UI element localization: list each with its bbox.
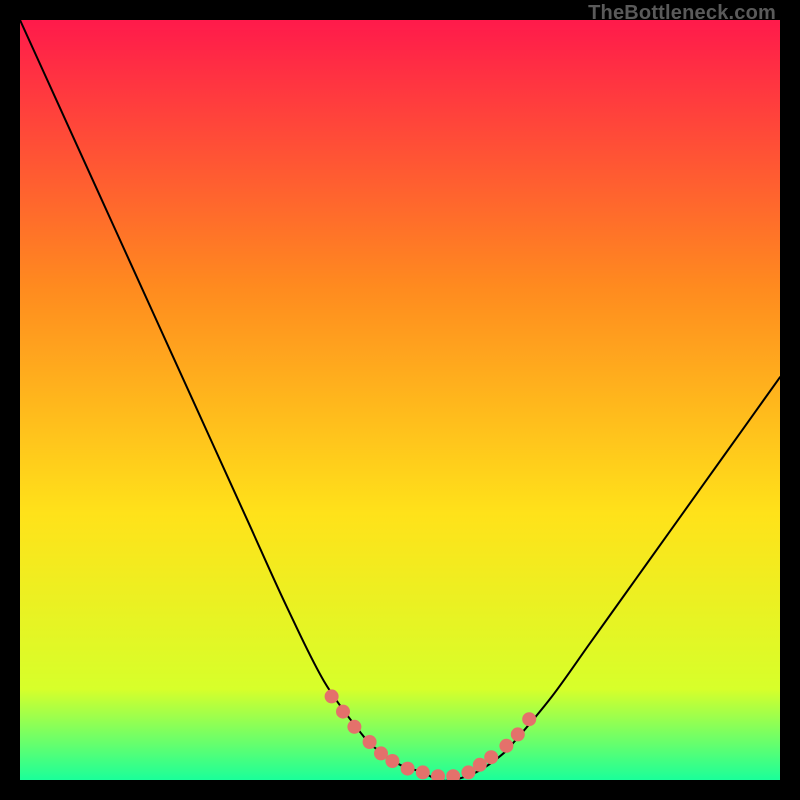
marker-dot (347, 720, 361, 734)
marker-dot (461, 765, 475, 779)
watermark-text: TheBottleneck.com (588, 2, 776, 25)
marker-dot (522, 712, 536, 726)
marker-dot (363, 735, 377, 749)
marker-dot (416, 765, 430, 779)
chart-frame (20, 20, 780, 780)
gradient-background (20, 20, 780, 780)
marker-dot (385, 754, 399, 768)
marker-dot (473, 758, 487, 772)
marker-dot (484, 750, 498, 764)
marker-dot (336, 705, 350, 719)
marker-dot (325, 689, 339, 703)
marker-dot (499, 739, 513, 753)
bottleneck-chart (20, 20, 780, 780)
marker-dot (401, 762, 415, 776)
marker-dot (511, 727, 525, 741)
marker-dot (374, 746, 388, 760)
